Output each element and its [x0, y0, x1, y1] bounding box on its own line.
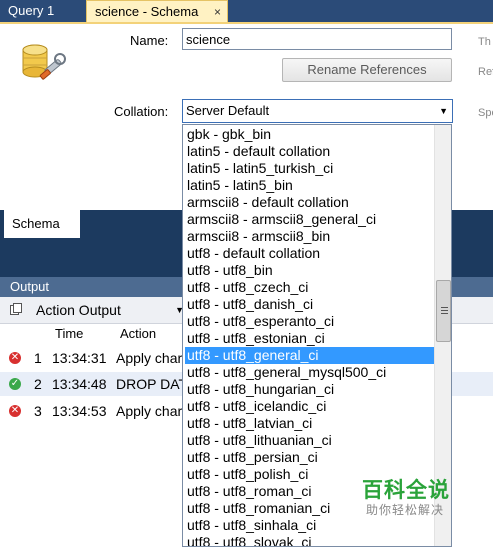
dropdown-option[interactable]: armscii8 - armscii8_bin: [185, 228, 434, 245]
dropdown-option-selected[interactable]: utf8 - utf8_general_ci: [185, 347, 434, 364]
tab-label: science - Schema: [95, 4, 199, 19]
grip-line: [441, 310, 448, 311]
output-kind-select[interactable]: Action Output ▼: [32, 300, 186, 320]
row-index: 2: [34, 376, 42, 392]
row-index: 3: [34, 403, 42, 419]
dropdown-option[interactable]: utf8 - utf8_slovak_ci: [185, 534, 434, 546]
error-icon: ✕: [9, 352, 21, 364]
dropdown-option[interactable]: utf8 - utf8_bin: [185, 262, 434, 279]
dropdown-option[interactable]: latin5 - latin5_bin: [185, 177, 434, 194]
collation-value: Server Default: [186, 103, 270, 118]
dropdown-option[interactable]: utf8 - utf8_czech_ci: [185, 279, 434, 296]
dropdown-option[interactable]: utf8 - utf8_hungarian_ci: [185, 381, 434, 398]
grip-line: [441, 313, 448, 314]
name-label: Name:: [130, 33, 169, 48]
dropdown-option[interactable]: utf8 - utf8_persian_ci: [185, 449, 434, 466]
scrollbar-thumb[interactable]: [436, 280, 451, 342]
close-icon[interactable]: ×: [214, 1, 221, 23]
dropdown-option[interactable]: utf8 - utf8_latvian_ci: [185, 415, 434, 432]
schema-name-input[interactable]: [182, 28, 452, 50]
row-action: Apply char: [116, 403, 183, 419]
success-icon: ✓: [9, 378, 21, 390]
row-time: 13:34:53: [52, 403, 107, 419]
tab-query-1[interactable]: Query 1: [0, 0, 83, 22]
dropdown-option[interactable]: utf8 - default collation: [185, 245, 434, 262]
row-action: Apply char: [116, 350, 183, 366]
dropdown-option[interactable]: utf8 - utf8_icelandic_ci: [185, 398, 434, 415]
tab-science-schema[interactable]: science - Schema ×: [86, 0, 228, 22]
dropdown-option[interactable]: utf8 - utf8_general_mysql500_ci: [185, 364, 434, 381]
collation-label: Collation:: [114, 104, 169, 119]
side-hint-text: Th: [478, 36, 491, 48]
watermark-logo: 百科全说 助你轻松解决: [356, 474, 476, 522]
output-kind-value: Action Output: [36, 302, 121, 318]
schema-wrench-icon: [22, 44, 66, 80]
dropdown-option[interactable]: utf8 - utf8_esperanto_ci: [185, 313, 434, 330]
grip-line: [441, 307, 448, 308]
copy-icon[interactable]: [10, 303, 22, 315]
tab-schema[interactable]: Schema: [4, 210, 80, 238]
tab-label: Query 1: [8, 3, 55, 18]
side-hint-text: Ref: [478, 66, 493, 78]
column-header-action[interactable]: Action: [120, 326, 156, 341]
chevron-down-icon: ▼: [439, 106, 448, 116]
dropdown-option[interactable]: utf8 - utf8_lithuanian_ci: [185, 432, 434, 449]
dropdown-option[interactable]: armscii8 - armscii8_general_ci: [185, 211, 434, 228]
side-hint-text: Spe: [478, 107, 493, 119]
dropdown-option[interactable]: gbk - gbk_bin: [185, 126, 434, 143]
dropdown-option[interactable]: utf8 - utf8_estonian_ci: [185, 330, 434, 347]
watermark-subtitle: 助你轻松解决: [366, 503, 445, 517]
tab-strip: Query 1 science - Schema ×: [0, 0, 493, 22]
dropdown-option[interactable]: latin5 - latin5_turkish_ci: [185, 160, 434, 177]
row-time: 13:34:31: [52, 350, 107, 366]
dropdown-option[interactable]: latin5 - default collation: [185, 143, 434, 160]
collation-select[interactable]: Server Default ▼: [182, 99, 453, 123]
dropdown-option[interactable]: armscii8 - default collation: [185, 194, 434, 211]
rename-references-button[interactable]: Rename References: [282, 58, 452, 82]
row-action: DROP DAT: [116, 376, 188, 392]
dropdown-option[interactable]: utf8 - utf8_danish_ci: [185, 296, 434, 313]
error-icon: ✕: [9, 405, 21, 417]
column-header-time[interactable]: Time: [55, 326, 83, 341]
watermark-title: 百科全说: [362, 479, 450, 502]
row-time: 13:34:48: [52, 376, 107, 392]
row-index: 1: [34, 350, 42, 366]
